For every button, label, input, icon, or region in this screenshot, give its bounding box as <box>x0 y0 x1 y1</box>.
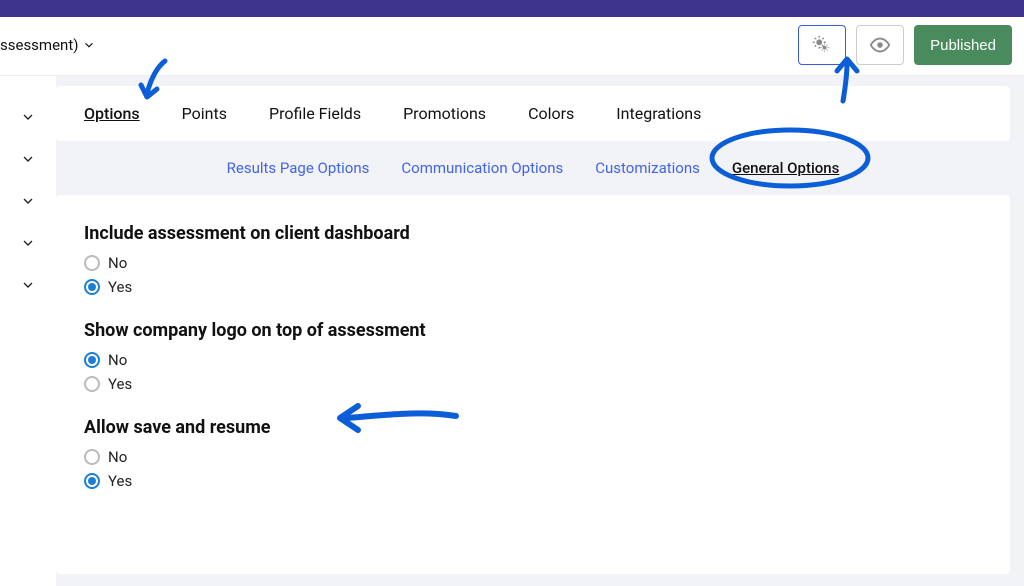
chevron-down-icon <box>82 38 96 52</box>
main-panel: Options Points Profile Fields Promotions Col… <box>56 76 1024 586</box>
eye-icon <box>869 34 891 56</box>
sidebar-item-4[interactable] <box>0 222 56 264</box>
chevron-down-icon <box>20 193 36 209</box>
chevron-down-icon <box>20 109 36 125</box>
subtab-results-page-options[interactable]: Results Page Options <box>227 159 370 177</box>
chevron-down-icon <box>20 277 36 293</box>
toolbar: Published <box>798 25 1012 65</box>
option-title: Show company logo on top of assessment <box>84 320 982 341</box>
radio-option[interactable]: Yes <box>84 278 982 296</box>
options-card: Include assessment on client dashboard No… <box>56 195 1010 574</box>
radio-label: Yes <box>108 278 132 296</box>
sidebar-item-1[interactable] <box>0 96 56 138</box>
subtab-communication-options[interactable]: Communication Options <box>401 159 563 177</box>
sidebar-item-2[interactable] <box>0 138 56 180</box>
subtab-customizations[interactable]: Customizations <box>595 159 700 177</box>
radio-option[interactable]: Yes <box>84 472 982 490</box>
breadcrumb-label: ssessment) <box>0 36 78 54</box>
secondary-tabs: Results Page Options Communication Option… <box>56 141 1010 195</box>
radio-icon <box>84 352 100 368</box>
tab-promotions[interactable]: Promotions <box>403 104 486 123</box>
chevron-down-icon <box>20 235 36 251</box>
tab-points[interactable]: Points <box>182 104 227 123</box>
subtab-general-options[interactable]: General Options <box>732 159 839 177</box>
primary-tabs: Options Points Profile Fields Promotions Col… <box>56 86 1010 141</box>
sidebar-item-3[interactable] <box>0 180 56 222</box>
sidebar <box>0 76 56 586</box>
radio-option[interactable]: No <box>84 448 982 466</box>
tab-profile-fields[interactable]: Profile Fields <box>269 104 361 123</box>
gear-icon <box>811 34 833 56</box>
radio-icon <box>84 376 100 392</box>
top-bar: ssessment) Published <box>0 17 1024 76</box>
option-group: Allow save and resume No Yes <box>84 417 982 490</box>
radio-label: Yes <box>108 375 132 393</box>
radio-label: No <box>108 448 127 466</box>
published-button[interactable]: Published <box>914 25 1012 65</box>
option-title: Allow save and resume <box>84 417 982 438</box>
radio-icon <box>84 255 100 271</box>
option-group: Include assessment on client dashboard No… <box>84 223 982 296</box>
radio-label: No <box>108 351 127 369</box>
option-title: Include assessment on client dashboard <box>84 223 982 244</box>
radio-icon <box>84 473 100 489</box>
radio-option[interactable]: Yes <box>84 375 982 393</box>
brand-bar <box>0 0 1024 17</box>
option-group: Show company logo on top of assessment No… <box>84 320 982 393</box>
radio-option[interactable]: No <box>84 254 982 272</box>
radio-label: No <box>108 254 127 272</box>
radio-option[interactable]: No <box>84 351 982 369</box>
tab-integrations[interactable]: Integrations <box>616 104 701 123</box>
radio-icon <box>84 279 100 295</box>
breadcrumb[interactable]: ssessment) <box>0 36 96 54</box>
tab-options[interactable]: Options <box>84 104 140 123</box>
tab-colors[interactable]: Colors <box>528 104 574 123</box>
radio-icon <box>84 449 100 465</box>
sidebar-item-5[interactable] <box>0 264 56 306</box>
settings-button[interactable] <box>798 25 846 65</box>
chevron-down-icon <box>20 151 36 167</box>
radio-label: Yes <box>108 472 132 490</box>
preview-button[interactable] <box>856 25 904 65</box>
